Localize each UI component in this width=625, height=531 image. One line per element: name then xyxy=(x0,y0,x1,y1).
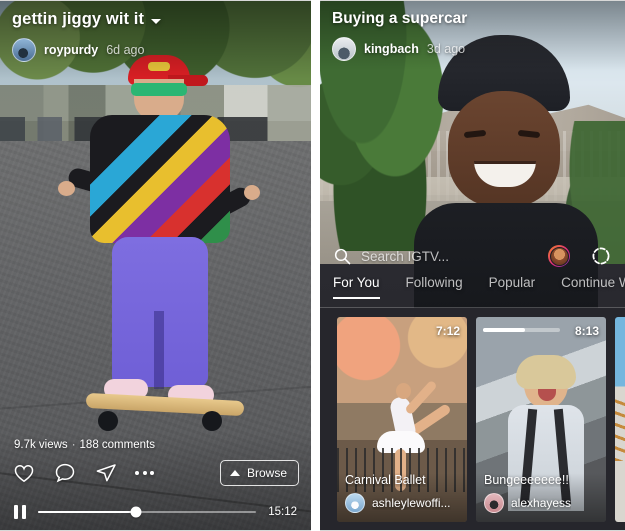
tab-following[interactable]: Following xyxy=(406,275,463,297)
video-carousel[interactable]: 7:12 Carnival Ballet ashleylewoffi... 8:… xyxy=(320,308,625,530)
pause-icon[interactable] xyxy=(14,505,26,519)
video-author-row[interactable]: kingbach 3d ago xyxy=(332,37,613,61)
video-timestamp: 6d ago xyxy=(106,43,145,57)
skateboarder-subject xyxy=(58,45,260,445)
card-footer: Bungeeeeeee!! alexhayess xyxy=(476,473,606,522)
avatar[interactable] xyxy=(484,493,504,513)
card-footer: Carnival Ballet ashleylewoffi... xyxy=(337,473,467,522)
share-icon[interactable] xyxy=(94,461,118,485)
browse-button-label: Browse xyxy=(246,466,287,480)
browse-tabs: For You Following Popular Continue W xyxy=(320,275,625,305)
card-author-row[interactable]: ashleylewoffi... xyxy=(345,493,459,513)
search-row: Search IGTV... xyxy=(320,239,625,273)
video-seek-bar: 15:12 xyxy=(12,499,299,530)
tab-popular[interactable]: Popular xyxy=(489,275,536,297)
video-title-row[interactable]: gettin jiggy wit it xyxy=(12,10,299,29)
tab-continue-watching[interactable]: Continue W xyxy=(561,275,625,297)
card-progress-bar xyxy=(483,328,560,332)
author-username[interactable]: roypurdy xyxy=(44,43,98,57)
time-remaining: 15:12 xyxy=(268,506,297,518)
video-title: gettin jiggy wit it xyxy=(12,10,145,28)
like-icon[interactable] xyxy=(12,461,36,485)
video-title: Buying a supercar xyxy=(332,10,468,27)
igtv-browse-panel: Buying a supercar kingbach 3d ago Search… xyxy=(320,0,625,531)
seek-knob[interactable] xyxy=(130,506,142,518)
video-card-bungee[interactable]: 8:13 Bungeeeeeee!! alexhayess xyxy=(476,317,606,522)
card-thumbnail xyxy=(615,317,625,522)
video-footer-overlay: 9.7k views · 188 comments Browse 15:12 xyxy=(0,433,311,530)
panel-gutter xyxy=(311,0,320,531)
more-icon[interactable] xyxy=(135,461,154,485)
author-username[interactable]: kingbach xyxy=(364,42,419,56)
avatar[interactable] xyxy=(12,38,36,62)
seek-fill xyxy=(37,510,136,514)
stats-separator: · xyxy=(71,439,76,451)
search-icon[interactable] xyxy=(333,247,352,266)
card-title: Bungeeeeeee!! xyxy=(484,473,569,487)
comment-count[interactable]: 188 comments xyxy=(80,439,155,451)
avatar[interactable] xyxy=(345,493,365,513)
browse-header-overlay: Buying a supercar kingbach 3d ago xyxy=(320,1,625,71)
browse-button[interactable]: Browse xyxy=(219,460,299,486)
chevron-down-icon[interactable] xyxy=(151,18,162,24)
card-username[interactable]: alexhayess xyxy=(511,496,571,510)
card-duration: 8:13 xyxy=(574,324,599,338)
seek-track[interactable] xyxy=(37,506,257,518)
card-author-row[interactable]: alexhayess xyxy=(484,493,598,513)
avatar[interactable] xyxy=(332,37,356,61)
comment-icon[interactable] xyxy=(53,461,77,485)
card-title: Carnival Ballet xyxy=(345,473,426,487)
chevron-up-icon xyxy=(229,470,240,476)
search-input[interactable]: Search IGTV... xyxy=(361,249,539,264)
tab-for-you[interactable]: For You xyxy=(333,275,380,299)
igtv-video-player-panel: gettin jiggy wit it roypurdy 6d ago 9.7k… xyxy=(0,0,311,531)
screenshot-root: gettin jiggy wit it roypurdy 6d ago 9.7k… xyxy=(0,0,625,531)
video-action-bar: Browse xyxy=(12,460,299,499)
view-count: 9.7k views xyxy=(14,439,68,451)
profile-avatar-with-story-ring[interactable] xyxy=(548,245,570,267)
camera-live-icon[interactable] xyxy=(590,245,612,267)
video-author-row[interactable]: roypurdy 6d ago xyxy=(12,38,299,62)
video-timestamp: 3d ago xyxy=(426,42,466,56)
video-stats: 9.7k views · 188 comments xyxy=(12,433,299,460)
card-duration: 7:12 xyxy=(435,324,460,338)
video-card-carnival-ballet[interactable]: 7:12 Carnival Ballet ashleylewoffi... xyxy=(337,317,467,522)
card-username[interactable]: ashleylewoffi... xyxy=(372,496,451,510)
video-header-overlay: gettin jiggy wit it roypurdy 6d ago xyxy=(0,1,311,79)
video-card-next-peek[interactable] xyxy=(615,317,625,522)
